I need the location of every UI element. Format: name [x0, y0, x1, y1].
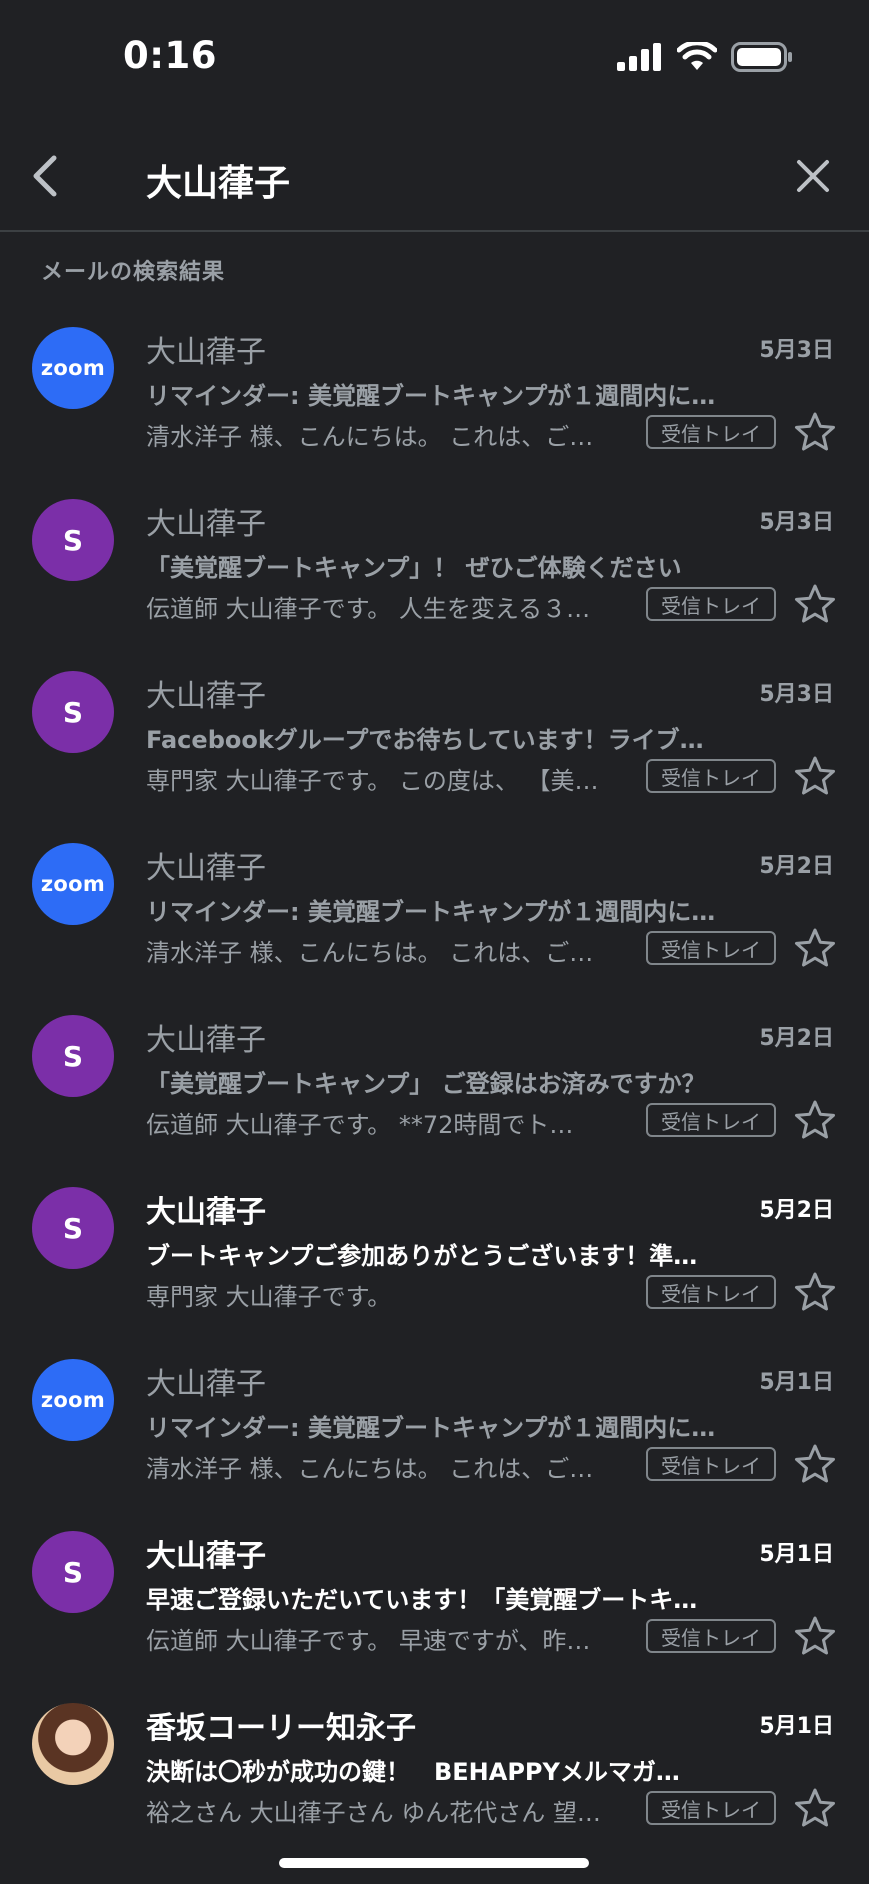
email-subject: 決断は〇秒が成功の鍵！ BEHAPPYメルマガ…: [146, 1758, 680, 1786]
email-date: 5月3日: [759, 682, 834, 707]
status-icons: [617, 42, 793, 72]
zoom-avatar[interactable]: zoom: [32, 1359, 114, 1441]
email-snippet: 伝道師 大山葎子です。 人生を変える３…: [146, 595, 591, 623]
email-subject: リマインダー: 美覚醒ブートキャンプが１週間内に…: [146, 898, 716, 926]
email-sender: 大山葎子: [146, 1195, 266, 1230]
photo-avatar[interactable]: [32, 1703, 114, 1785]
email-row[interactable]: zoom 大山葎子 5月1日リマインダー: 美覚醒ブートキャンプが１週間内に… 清水洋…: [0, 1332, 869, 1504]
email-subject: リマインダー: 美覚醒ブートキャンプが１週間内に…: [146, 382, 716, 410]
search-header: 大山葎子: [0, 130, 869, 232]
home-indicator: [279, 1858, 589, 1868]
email-date: 5月3日: [759, 510, 834, 535]
email-snippet: 専門家 大山葎子です。 この度は、 【美…: [146, 767, 599, 795]
email-sender: 大山葎子: [146, 1539, 266, 1574]
zoom-avatar[interactable]: zoom: [32, 843, 114, 925]
cellular-signal-icon: [617, 43, 661, 71]
email-snippet: 専門家 大山葎子です。: [146, 1283, 392, 1311]
search-query[interactable]: 大山葎子: [146, 154, 290, 206]
inbox-label-chip: 受信トレイ: [646, 1447, 776, 1481]
star-icon[interactable]: [793, 1270, 837, 1314]
email-snippet: 清水洋子 様、こんにちは。 これは、ご…: [146, 1455, 594, 1483]
star-icon[interactable]: [793, 926, 837, 970]
wifi-icon: [677, 42, 717, 70]
inbox-label-chip: 受信トレイ: [646, 1791, 776, 1825]
email-row[interactable]: zoom 大山葎子 5月2日リマインダー: 美覚醒ブートキャンプが１週間内に… 清水洋…: [0, 816, 869, 988]
letter-avatar[interactable]: S: [32, 671, 114, 753]
star-icon[interactable]: [793, 1786, 837, 1830]
star-icon[interactable]: [793, 754, 837, 798]
email-row[interactable]: S 大山葎子 5月1日早速ご登録いただいています！「美覚醒ブートキ… 伝道師 大山葎子…: [0, 1504, 869, 1676]
email-row[interactable]: zoom 大山葎子 5月3日リマインダー: 美覚醒ブートキャンプが１週間内に… 清水洋…: [0, 300, 869, 472]
email-subject: Facebookグループでお待ちしています！ライブ…: [146, 726, 704, 754]
star-icon[interactable]: [793, 1098, 837, 1142]
email-date: 5月2日: [759, 854, 834, 879]
email-sender: 大山葎子: [146, 851, 266, 886]
letter-avatar[interactable]: S: [32, 1187, 114, 1269]
status-bar: 0:16: [0, 0, 869, 120]
email-row[interactable]: 香坂コーリー知永子 5月1日決断は〇秒が成功の鍵！ BEHAPPYメルマガ… 裕之さ…: [0, 1676, 869, 1848]
close-icon[interactable]: [789, 152, 837, 200]
back-arrow-icon[interactable]: [24, 152, 72, 200]
email-snippet: 清水洋子 様、こんにちは。 これは、ご…: [146, 423, 594, 451]
email-snippet: 清水洋子 様、こんにちは。 これは、ご…: [146, 939, 594, 967]
email-sender: 大山葎子: [146, 1023, 266, 1058]
email-sender: 大山葎子: [146, 1367, 266, 1402]
email-date: 5月1日: [759, 1714, 834, 1739]
battery-icon: [731, 42, 792, 72]
email-sender: 大山葎子: [146, 335, 266, 370]
email-subject: 早速ご登録いただいています！「美覚醒ブートキ…: [146, 1586, 698, 1614]
letter-avatar[interactable]: S: [32, 1015, 114, 1097]
email-subject: リマインダー: 美覚醒ブートキャンプが１週間内に…: [146, 1414, 716, 1442]
star-icon[interactable]: [793, 410, 837, 454]
email-date: 5月2日: [759, 1026, 834, 1051]
email-snippet: 裕之さん 大山葎子さん ゆん花代さん 望…: [146, 1799, 601, 1827]
email-sender: 香坂コーリー知永子: [146, 1711, 416, 1746]
inbox-label-chip: 受信トレイ: [646, 415, 776, 449]
email-snippet: 伝道師 大山葎子です。 **72時間でト…: [146, 1111, 574, 1139]
inbox-label-chip: 受信トレイ: [646, 587, 776, 621]
email-list: zoom 大山葎子 5月3日 リマインダー: 美覚醒ブートキャンプが１週間内に… 清水洋…: [0, 300, 869, 1848]
star-icon[interactable]: [793, 1614, 837, 1658]
email-row[interactable]: S 大山葎子 5月2日ブートキャンプご参加ありがとうございます！準… 専門家 大山葎子…: [0, 1160, 869, 1332]
star-icon[interactable]: [793, 1442, 837, 1486]
email-sender: 大山葎子: [146, 679, 266, 714]
letter-avatar[interactable]: S: [32, 499, 114, 581]
email-row[interactable]: S 大山葎子 5月3日「美覚醒ブートキャンプ」！ ぜひご体験ください 伝道師 大山葎子…: [0, 472, 869, 644]
star-icon[interactable]: [793, 582, 837, 626]
email-snippet: 伝道師 大山葎子です。 早速ですが、昨…: [146, 1627, 591, 1655]
email-date: 5月1日: [759, 1370, 834, 1395]
inbox-label-chip: 受信トレイ: [646, 759, 776, 793]
email-sender: 大山葎子: [146, 507, 266, 542]
email-row[interactable]: S 大山葎子 5月3日 Facebookグループでお待ちしています！ライブ… 専門家 大…: [0, 644, 869, 816]
inbox-label-chip: 受信トレイ: [646, 931, 776, 965]
inbox-label-chip: 受信トレイ: [646, 1619, 776, 1653]
email-subject: 「美覚醒ブートキャンプ」 ご登録はお済みですか？: [146, 1070, 706, 1098]
email-date: 5月2日: [759, 1198, 834, 1223]
status-time: 0:16: [123, 34, 218, 77]
email-subject: 「美覚醒ブートキャンプ」！ ぜひご体験ください: [146, 554, 682, 582]
email-date: 5月1日: [759, 1542, 834, 1567]
zoom-avatar[interactable]: zoom: [32, 327, 114, 409]
email-date: 5月3日: [759, 338, 834, 363]
results-label: メールの検索結果: [41, 260, 226, 285]
inbox-label-chip: 受信トレイ: [646, 1275, 776, 1309]
inbox-label-chip: 受信トレイ: [646, 1103, 776, 1137]
email-subject: ブートキャンプご参加ありがとうございます！準…: [146, 1242, 698, 1270]
email-row[interactable]: S 大山葎子 5月2日「美覚醒ブートキャンプ」 ご登録はお済みですか？ 伝道師 大山葎…: [0, 988, 869, 1160]
letter-avatar[interactable]: S: [32, 1531, 114, 1613]
